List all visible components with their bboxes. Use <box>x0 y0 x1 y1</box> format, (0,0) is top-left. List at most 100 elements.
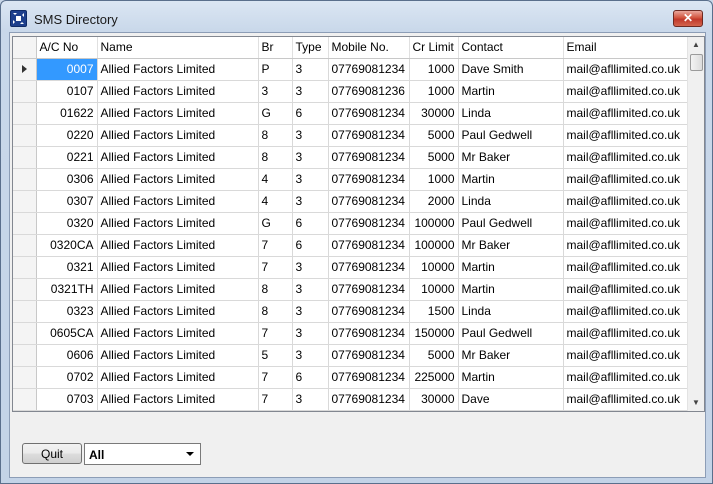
row-selector[interactable] <box>13 190 37 213</box>
mobile-cell[interactable]: 07769081234 <box>328 256 410 279</box>
name-cell[interactable]: Allied Factors Limited <box>97 322 259 345</box>
email-cell[interactable]: mail@afllimited.co.uk <box>563 102 690 125</box>
contact-cell[interactable]: Martin <box>458 256 564 279</box>
ac-no-cell[interactable]: 0321 <box>36 256 98 279</box>
column-header-mobile-no[interactable]: Mobile No. <box>328 37 410 59</box>
type-cell[interactable]: 3 <box>292 322 329 345</box>
br-cell[interactable]: 3 <box>258 80 293 103</box>
column-header-br[interactable]: Br <box>258 37 293 59</box>
scroll-down-button[interactable]: ▼ <box>688 395 704 411</box>
quit-button[interactable]: Quit <box>22 443 82 464</box>
ac-no-cell[interactable]: 0606 <box>36 344 98 367</box>
table-row[interactable]: 0306 Allied Factors Limited 4 3 07769081234 1… <box>13 168 690 191</box>
row-selector[interactable] <box>13 300 37 323</box>
name-cell[interactable]: Allied Factors Limited <box>97 300 259 323</box>
type-cell[interactable]: 3 <box>292 388 329 411</box>
type-cell[interactable]: 3 <box>292 190 329 213</box>
row-selector[interactable] <box>13 146 37 169</box>
contact-cell[interactable]: Linda <box>458 300 564 323</box>
email-cell[interactable]: mail@afllimited.co.uk <box>563 124 690 147</box>
mobile-cell[interactable]: 07769081234 <box>328 168 410 191</box>
mobile-cell[interactable]: 07769081234 <box>328 388 410 411</box>
br-cell[interactable]: 7 <box>258 322 293 345</box>
cr-limit-cell[interactable]: 30000 <box>409 102 459 125</box>
type-cell[interactable]: 3 <box>292 146 329 169</box>
table-row[interactable]: 0702 Allied Factors Limited 7 6 07769081234 2… <box>13 366 690 389</box>
contact-cell[interactable]: Mr Baker <box>458 344 564 367</box>
ac-no-cell[interactable]: 0320 <box>36 212 98 235</box>
mobile-cell[interactable]: 07769081234 <box>328 278 410 301</box>
email-cell[interactable]: mail@afllimited.co.uk <box>563 344 690 367</box>
type-cell[interactable]: 3 <box>292 80 329 103</box>
email-cell[interactable]: mail@afllimited.co.uk <box>563 278 690 301</box>
table-row[interactable]: 0321TH Allied Factors Limited 8 3 0776908123… <box>13 278 690 301</box>
table-row[interactable]: 0703 Allied Factors Limited 7 3 07769081234 3… <box>13 388 690 411</box>
email-cell[interactable]: mail@afllimited.co.uk <box>563 146 690 169</box>
mobile-cell[interactable]: 07769081234 <box>328 212 410 235</box>
br-cell[interactable]: P <box>258 58 293 81</box>
cr-limit-cell[interactable]: 100000 <box>409 234 459 257</box>
email-cell[interactable]: mail@afllimited.co.uk <box>563 190 690 213</box>
mobile-cell[interactable]: 07769081234 <box>328 234 410 257</box>
row-selector[interactable] <box>13 168 37 191</box>
type-cell[interactable]: 3 <box>292 58 329 81</box>
row-selector[interactable] <box>13 278 37 301</box>
email-cell[interactable]: mail@afllimited.co.uk <box>563 366 690 389</box>
name-cell[interactable]: Allied Factors Limited <box>97 256 259 279</box>
type-cell[interactable]: 3 <box>292 278 329 301</box>
cr-limit-cell[interactable]: 150000 <box>409 322 459 345</box>
row-selector[interactable] <box>13 388 37 411</box>
table-row[interactable]: 0605CA Allied Factors Limited 7 3 0776908123… <box>13 322 690 345</box>
ac-no-cell[interactable]: 0107 <box>36 80 98 103</box>
cr-limit-cell[interactable]: 10000 <box>409 278 459 301</box>
ac-no-cell[interactable]: 0321TH <box>36 278 98 301</box>
cr-limit-cell[interactable]: 1000 <box>409 80 459 103</box>
mobile-cell[interactable]: 07769081234 <box>328 190 410 213</box>
cr-limit-cell[interactable]: 5000 <box>409 344 459 367</box>
contact-cell[interactable]: Martin <box>458 168 564 191</box>
table-row[interactable]: 0320CA Allied Factors Limited 7 6 0776908123… <box>13 234 690 257</box>
contact-cell[interactable]: Martin <box>458 80 564 103</box>
ac-no-cell[interactable]: 0007 <box>36 58 98 81</box>
cr-limit-cell[interactable]: 30000 <box>409 388 459 411</box>
email-cell[interactable]: mail@afllimited.co.uk <box>563 168 690 191</box>
column-header-contact[interactable]: Contact <box>458 37 564 59</box>
scroll-thumb[interactable] <box>690 54 703 71</box>
name-cell[interactable]: Allied Factors Limited <box>97 234 259 257</box>
ac-no-cell[interactable]: 0703 <box>36 388 98 411</box>
contact-cell[interactable]: Paul Gedwell <box>458 322 564 345</box>
mobile-cell[interactable]: 07769081236 <box>328 80 410 103</box>
row-selector[interactable] <box>13 80 37 103</box>
contact-cell[interactable]: Dave <box>458 388 564 411</box>
mobile-cell[interactable]: 07769081234 <box>328 58 410 81</box>
contact-cell[interactable]: Paul Gedwell <box>458 212 564 235</box>
type-cell[interactable]: 6 <box>292 366 329 389</box>
table-row[interactable]: 0320 Allied Factors Limited G 6 07769081234 1… <box>13 212 690 235</box>
email-cell[interactable]: mail@afllimited.co.uk <box>563 256 690 279</box>
table-row[interactable]: 0221 Allied Factors Limited 8 3 07769081234 5… <box>13 146 690 169</box>
close-button[interactable]: ✕ <box>673 10 703 27</box>
row-selector[interactable] <box>13 58 37 81</box>
table-row[interactable]: 0321 Allied Factors Limited 7 3 07769081234 1… <box>13 256 690 279</box>
type-cell[interactable]: 3 <box>292 256 329 279</box>
email-cell[interactable]: mail@afllimited.co.uk <box>563 212 690 235</box>
column-header-ac-no[interactable]: A/C No <box>36 37 98 59</box>
row-selector[interactable] <box>13 212 37 235</box>
mobile-cell[interactable]: 07769081234 <box>328 300 410 323</box>
cr-limit-cell[interactable]: 225000 <box>409 366 459 389</box>
br-cell[interactable]: 7 <box>258 388 293 411</box>
contact-cell[interactable]: Linda <box>458 102 564 125</box>
br-cell[interactable]: G <box>258 212 293 235</box>
row-selector[interactable] <box>13 124 37 147</box>
contact-cell[interactable]: Paul Gedwell <box>458 124 564 147</box>
cr-limit-cell[interactable]: 2000 <box>409 190 459 213</box>
cr-limit-cell[interactable]: 10000 <box>409 256 459 279</box>
cr-limit-cell[interactable]: 5000 <box>409 146 459 169</box>
name-cell[interactable]: Allied Factors Limited <box>97 190 259 213</box>
mobile-cell[interactable]: 07769081234 <box>328 146 410 169</box>
name-cell[interactable]: Allied Factors Limited <box>97 124 259 147</box>
name-cell[interactable]: Allied Factors Limited <box>97 146 259 169</box>
title-bar[interactable]: SMS Directory ✕ <box>1 1 712 33</box>
column-header-cr-limit[interactable]: Cr Limit <box>409 37 459 59</box>
br-cell[interactable]: 8 <box>258 146 293 169</box>
